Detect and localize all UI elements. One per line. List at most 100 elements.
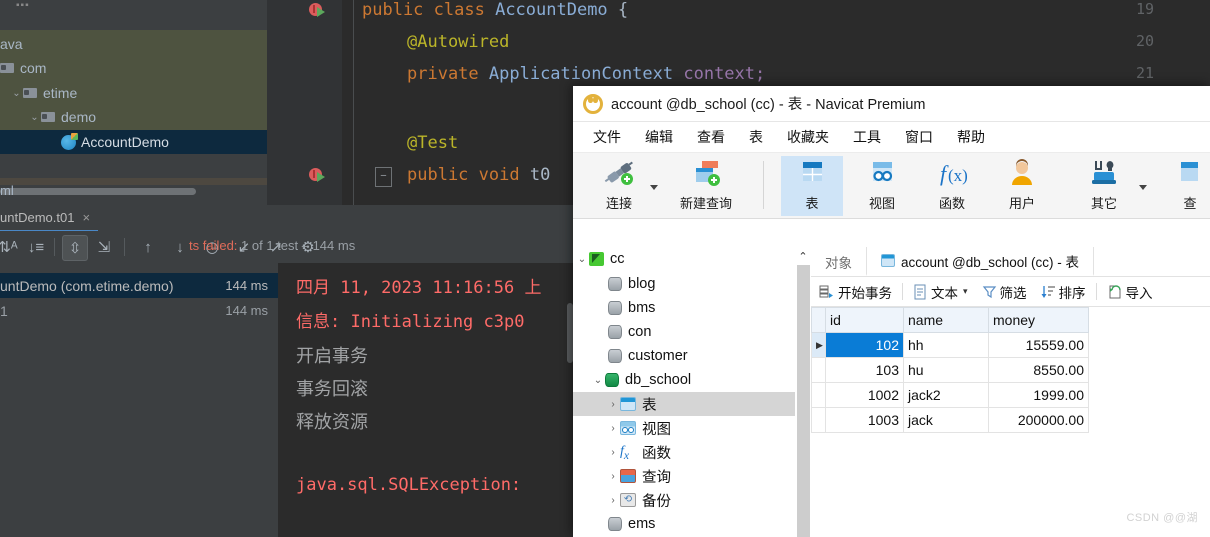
test-results-tree[interactable]: untDemo (com.etime.demo) 144 ms 1 144 ms bbox=[0, 263, 278, 537]
code-fold-icon[interactable]: − bbox=[375, 167, 392, 187]
chevron-down-icon[interactable]: ⌄ bbox=[28, 112, 41, 123]
toolbar-button-query[interactable]: 查 bbox=[1159, 156, 1210, 216]
main-toolbar[interactable]: 连接 新建查询 表 视图 f (x) 函数 用户 其它 查 bbox=[573, 152, 1210, 219]
table-row[interactable]: 103 hu 8550.00 bbox=[811, 357, 1089, 383]
grid-toolbar[interactable]: 开始事务 文本 ▾ 筛选 排序 导入 bbox=[811, 277, 1210, 307]
console-output[interactable]: 四月 11, 2023 11:16:56 上 信息: Initializing … bbox=[278, 263, 573, 537]
tree-item-db-bms[interactable]: bms bbox=[573, 296, 795, 320]
cell-name[interactable]: jack bbox=[903, 407, 989, 433]
tree-item-db-customer[interactable]: customer bbox=[573, 344, 795, 368]
tree-item-queries[interactable]: › 查询 bbox=[573, 464, 795, 488]
cell-name[interactable]: jack2 bbox=[903, 382, 989, 408]
tab-account-table[interactable]: account @db_school (cc) - 表 bbox=[866, 247, 1095, 276]
cell-money[interactable]: 8550.00 bbox=[988, 357, 1089, 383]
menu-item-table[interactable]: 表 bbox=[737, 124, 775, 150]
tree-item-db-db-school[interactable]: ⌄ db_school bbox=[573, 368, 795, 392]
test-result-row[interactable]: 1 144 ms bbox=[0, 298, 278, 323]
sort-duration-icon[interactable]: ↓≡ bbox=[24, 235, 48, 259]
expand-all-icon[interactable]: ⇳ bbox=[62, 235, 88, 261]
data-grid[interactable]: id name money ▶ 102 hh 15559.00 103 hu 8… bbox=[811, 307, 1089, 433]
row-marker[interactable] bbox=[811, 357, 826, 383]
project-tree-panel[interactable]: ▪▪▪ ava com ⌄ etime ⌄ demo AccountDemo m… bbox=[0, 0, 267, 196]
row-marker[interactable]: ▶ bbox=[811, 332, 826, 358]
chevron-down-icon[interactable] bbox=[650, 185, 658, 190]
chevron-right-icon[interactable]: › bbox=[606, 423, 620, 434]
chevron-down-icon[interactable]: ⌄ bbox=[10, 88, 23, 99]
cell-name[interactable]: hh bbox=[903, 332, 989, 358]
scroll-track[interactable] bbox=[797, 265, 810, 537]
cell-money[interactable]: 15559.00 bbox=[988, 332, 1089, 358]
row-marker[interactable] bbox=[811, 407, 826, 433]
run-gutter-icon[interactable] bbox=[309, 1, 329, 21]
navicat-premium-window[interactable]: account @db_school (cc) - 表 - Navicat Pr… bbox=[573, 86, 1210, 537]
object-tabs[interactable]: 对象 account @db_school (cc) - 表 bbox=[811, 247, 1210, 277]
tab-objects[interactable]: 对象 bbox=[811, 247, 866, 276]
chevron-right-icon[interactable]: › bbox=[606, 471, 620, 482]
column-header-id[interactable]: id bbox=[825, 307, 904, 333]
cell-name[interactable]: hu bbox=[903, 357, 989, 383]
project-tree-item-demo[interactable]: ⌄ demo bbox=[28, 105, 96, 129]
table-row[interactable]: 1003 jack 200000.00 bbox=[811, 407, 1089, 433]
chevron-right-icon[interactable]: › bbox=[606, 447, 620, 458]
toolbar-button-functions[interactable]: f (x) 函数 bbox=[921, 156, 983, 216]
cell-id[interactable]: 1002 bbox=[825, 382, 904, 408]
filter-button[interactable]: 筛选 bbox=[975, 277, 1034, 306]
cell-money[interactable]: 1999.00 bbox=[988, 382, 1089, 408]
scroll-up-icon[interactable]: ⌃ bbox=[795, 247, 811, 265]
project-tree-item-etime[interactable]: ⌄ etime bbox=[10, 81, 77, 105]
tree-item-db-con[interactable]: con bbox=[573, 320, 795, 344]
tree-item-views[interactable]: › 视图 bbox=[573, 416, 795, 440]
sort-button[interactable]: 排序 bbox=[1034, 277, 1093, 306]
database-tree[interactable]: ⌄ cc blog bms con customer ⌄ db_school ›… bbox=[573, 247, 795, 537]
tree-item-connection-cc[interactable]: ⌄ cc bbox=[573, 247, 795, 271]
up-arrow-icon[interactable]: ↑ bbox=[136, 235, 160, 259]
cell-id[interactable]: 1003 bbox=[825, 407, 904, 433]
chevron-down-icon[interactable]: ▾ bbox=[963, 286, 968, 297]
menu-item-edit[interactable]: 编辑 bbox=[633, 124, 685, 150]
menu-item-tools[interactable]: 工具 bbox=[841, 124, 893, 150]
tree-item-tables[interactable]: › 表 bbox=[573, 392, 795, 416]
toolbar-button-views[interactable]: 视图 bbox=[851, 156, 913, 216]
chevron-down-icon[interactable]: ⌄ bbox=[591, 375, 605, 386]
cell-id[interactable]: 102 bbox=[825, 332, 904, 358]
close-icon[interactable]: × bbox=[82, 210, 90, 225]
chevron-right-icon[interactable]: › bbox=[606, 399, 620, 410]
table-row[interactable]: ▶ 102 hh 15559.00 bbox=[811, 332, 1089, 358]
menu-item-view[interactable]: 查看 bbox=[685, 124, 737, 150]
cell-id[interactable]: 103 bbox=[825, 357, 904, 383]
project-tree-item-java[interactable]: ava bbox=[0, 32, 23, 56]
tree-vertical-scrollbar[interactable]: ⌃ bbox=[795, 247, 811, 537]
menu-item-file[interactable]: 文件 bbox=[581, 124, 633, 150]
cell-money[interactable]: 200000.00 bbox=[988, 407, 1089, 433]
table-row[interactable]: 1002 jack2 1999.00 bbox=[811, 382, 1089, 408]
begin-transaction-button[interactable]: 开始事务 bbox=[811, 277, 899, 306]
collapse-all-icon[interactable]: ⇲ bbox=[92, 235, 116, 259]
toolbar-button-connection[interactable]: 连接 bbox=[588, 156, 650, 216]
column-header-name[interactable]: name bbox=[903, 307, 989, 333]
run-gutter-icon[interactable] bbox=[309, 166, 329, 186]
menu-item-help[interactable]: 帮助 bbox=[945, 124, 997, 150]
tree-item-backups[interactable]: › ⟲ 备份 bbox=[573, 488, 795, 512]
toolbar-button-tables[interactable]: 表 bbox=[781, 156, 843, 216]
menu-item-window[interactable]: 窗口 bbox=[893, 124, 945, 150]
tree-item-functions[interactable]: › fx 函数 bbox=[573, 440, 795, 464]
chevron-down-icon[interactable]: ⌄ bbox=[575, 254, 589, 265]
toolbar-button-users[interactable]: 用户 bbox=[991, 156, 1053, 216]
project-tree-item-com[interactable]: com bbox=[0, 56, 46, 80]
test-result-row[interactable]: untDemo (com.etime.demo) 144 ms bbox=[0, 273, 278, 298]
text-view-button[interactable]: 文本 ▾ bbox=[906, 277, 975, 306]
chevron-right-icon[interactable]: › bbox=[606, 495, 620, 506]
tree-horizontal-scrollbar[interactable] bbox=[0, 185, 267, 196]
menu-bar[interactable]: 文件 编辑 查看 表 收藏夹 工具 窗口 帮助 bbox=[573, 122, 1210, 152]
tree-item-db-ems[interactable]: ems bbox=[573, 512, 795, 536]
run-tab-accountdemo-t01[interactable]: untDemo.t01 × bbox=[0, 205, 99, 232]
run-tab-strip[interactable]: untDemo.t01 × bbox=[0, 205, 573, 232]
column-header-money[interactable]: money bbox=[988, 307, 1089, 333]
scroll-thumb[interactable] bbox=[0, 188, 196, 195]
tree-item-db-blog[interactable]: blog bbox=[573, 272, 795, 296]
toolbar-button-new-query[interactable]: 新建查询 bbox=[666, 156, 746, 216]
sort-alpha-icon[interactable]: ⇅ᴬ bbox=[0, 235, 20, 259]
import-button[interactable]: 导入 bbox=[1100, 277, 1160, 306]
chevron-down-icon[interactable] bbox=[1139, 185, 1147, 190]
toolbar-button-other[interactable]: 其它 bbox=[1073, 156, 1135, 216]
